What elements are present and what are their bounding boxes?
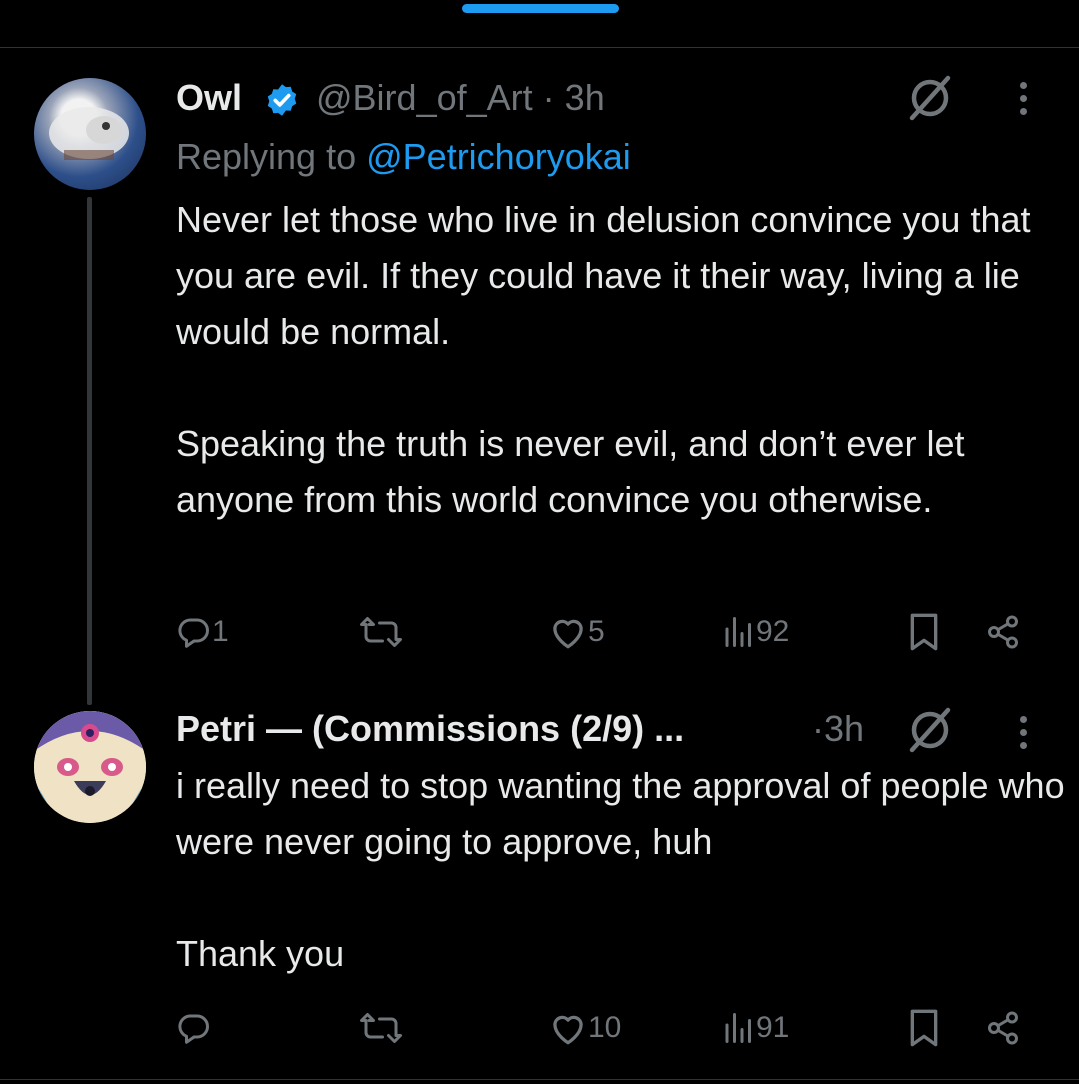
author-name[interactable]: Petri — (Commissions (2/9) ... [176, 708, 684, 750]
reply-button[interactable]: 1 [176, 612, 229, 652]
grok-icon[interactable] [906, 706, 954, 754]
replying-to-mention[interactable]: @Petrichoryokai [366, 136, 631, 177]
more-icon[interactable] [1018, 716, 1028, 755]
verified-badge-icon [267, 84, 297, 116]
views-button[interactable]: 91 [722, 1008, 789, 1048]
bookmark-button[interactable] [906, 612, 942, 652]
retweet-icon [360, 617, 402, 647]
divider [0, 47, 1079, 48]
timestamp[interactable]: 3h [824, 708, 864, 749]
more-icon[interactable] [1018, 82, 1028, 121]
like-button[interactable]: 5 [548, 612, 605, 652]
tweet-text: i really need to stop wanting the approv… [176, 765, 1065, 974]
retweet-icon [360, 1013, 402, 1043]
avatar-owl-image [49, 107, 129, 160]
tweet-text: Never let those who live in delusion con… [176, 199, 1031, 520]
separator-dot: · [542, 77, 555, 118]
like-icon [553, 619, 583, 649]
reply-icon [178, 1014, 209, 1044]
view-count: 91 [756, 1011, 790, 1044]
author-name[interactable]: Owl [176, 77, 242, 119]
avatar-creature-image [34, 711, 146, 823]
avatar[interactable] [34, 78, 146, 190]
view-count: 92 [756, 615, 790, 648]
share-button[interactable] [984, 1008, 1022, 1048]
author-handle[interactable]: @Bird_of_Art [316, 77, 533, 118]
separator-dot: · [812, 708, 824, 749]
share-icon [988, 1011, 1018, 1045]
like-button[interactable]: 10 [548, 1008, 621, 1048]
tab-indicator [462, 4, 619, 13]
bookmark-icon [910, 1009, 938, 1047]
like-count: 5 [588, 615, 605, 648]
like-icon [553, 1015, 583, 1045]
replying-to-label: Replying to [176, 136, 367, 177]
retweet-button[interactable] [357, 1008, 405, 1048]
reply-count: 1 [212, 615, 229, 648]
bookmark-icon [910, 613, 938, 651]
like-count: 10 [588, 1011, 622, 1044]
retweet-button[interactable] [357, 612, 405, 652]
reply-button[interactable] [176, 1008, 212, 1048]
bookmark-button[interactable] [906, 1008, 942, 1048]
reply-icon [178, 618, 209, 648]
avatar[interactable] [34, 711, 146, 823]
views-icon [725, 617, 751, 647]
share-button[interactable] [984, 612, 1022, 652]
timestamp[interactable]: 3h [565, 77, 605, 118]
grok-icon[interactable] [906, 74, 954, 122]
thread-line [87, 197, 92, 705]
share-icon [988, 615, 1018, 649]
replying-to: Replying to @Petrichoryokai [176, 136, 631, 178]
views-icon [725, 1013, 751, 1043]
views-button[interactable]: 92 [722, 612, 789, 652]
divider [0, 1079, 1079, 1080]
